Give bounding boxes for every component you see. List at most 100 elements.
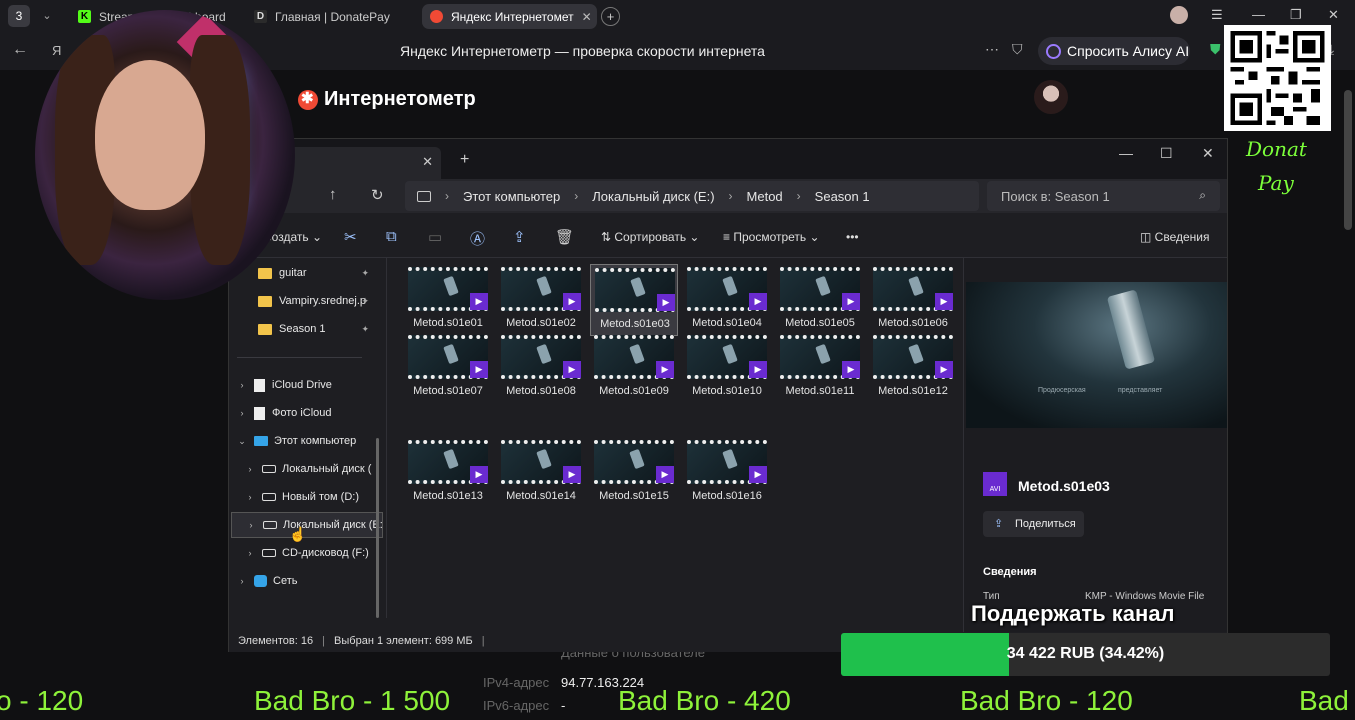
chevron-right-icon[interactable]: › bbox=[243, 548, 257, 558]
sidebar-item-label: Vampiry.srednej.p bbox=[279, 295, 367, 307]
file-name: Metod.s01e01 bbox=[413, 317, 483, 329]
sidebar-scrollbar[interactable] bbox=[376, 438, 379, 618]
quick-access-guitar[interactable]: guitar ✦ bbox=[229, 260, 387, 286]
breadcrumb-item[interactable]: Metod bbox=[747, 189, 783, 204]
breadcrumb-item[interactable]: Season 1 bbox=[815, 189, 870, 204]
tab-internetometer[interactable]: Яндекс Интернетомет ✕ bbox=[422, 4, 597, 29]
chevron-right-icon[interactable]: › bbox=[244, 520, 258, 530]
chevron-right-icon[interactable]: › bbox=[243, 492, 257, 502]
profile-avatar[interactable] bbox=[1170, 6, 1188, 24]
chevron-right-icon[interactable]: › bbox=[235, 380, 249, 390]
file-item[interactable]: ▶ Metod.s01e06 bbox=[869, 264, 957, 336]
tree-drive-e[interactable]: › Локальный диск (E:) bbox=[231, 512, 383, 538]
file-item[interactable]: ▶ Metod.s01e10 bbox=[683, 332, 771, 404]
more-options-button[interactable]: ••• bbox=[846, 230, 859, 244]
file-item[interactable]: ▶ Metod.s01e13 bbox=[404, 437, 492, 509]
tab-donatepay[interactable]: D Главная | DonatePay bbox=[246, 4, 416, 29]
tree-drive-d[interactable]: › Новый том (D:) bbox=[229, 484, 387, 510]
tree-drive-c[interactable]: › Локальный диск ( bbox=[229, 456, 387, 482]
chevron-right-icon[interactable]: › bbox=[243, 464, 257, 474]
page-scrollbar[interactable] bbox=[1344, 90, 1352, 230]
copy-icon[interactable]: ⧉ bbox=[386, 228, 397, 245]
rename-icon[interactable]: Ⓐ bbox=[470, 228, 485, 249]
breadcrumb-item[interactable]: Локальный диск (E:) bbox=[592, 189, 714, 204]
details-file-name: Metod.s01e03 bbox=[1018, 478, 1110, 494]
new-tab-button[interactable]: + bbox=[601, 7, 620, 26]
file-item[interactable]: ▶ Metod.s01e09 bbox=[590, 332, 678, 404]
details-pane-button[interactable]: ◫ Сведения bbox=[1140, 230, 1210, 244]
tree-this-pc[interactable]: ⌄ Этот компьютер bbox=[229, 428, 387, 454]
chevron-down-icon[interactable]: ⌄ bbox=[235, 436, 249, 447]
ask-alice-button[interactable]: Спросить Алису AI bbox=[1038, 37, 1190, 65]
file-item[interactable]: ▶ Metod.s01e03 bbox=[590, 264, 678, 336]
close-tab-icon[interactable]: ✕ bbox=[422, 154, 433, 170]
maximize-icon[interactable]: ☐ bbox=[1160, 145, 1173, 162]
breadcrumb-item[interactable]: Этот компьютер bbox=[463, 189, 560, 204]
file-item[interactable]: ▶ Metod.s01e14 bbox=[497, 437, 585, 509]
chevron-down-icon[interactable]: ⌄ bbox=[38, 7, 56, 25]
yandex-internetometer-icon bbox=[430, 10, 443, 23]
restore-icon[interactable]: ❐ bbox=[1290, 7, 1302, 23]
more-icon[interactable]: ⋯ bbox=[985, 41, 999, 58]
file-item[interactable]: ▶ Metod.s01e11 bbox=[776, 332, 864, 404]
close-icon[interactable]: ✕ bbox=[1202, 145, 1214, 162]
file-item[interactable]: ▶ Metod.s01e15 bbox=[590, 437, 678, 509]
internetometer-logo[interactable]: Интернетометр bbox=[298, 88, 476, 111]
minimize-icon[interactable]: — bbox=[1119, 145, 1133, 161]
tree-icloud-photos[interactable]: › Фото iCloud bbox=[229, 400, 387, 426]
file-item[interactable]: ▶ Metod.s01e05 bbox=[776, 264, 864, 336]
refresh-icon[interactable]: ↻ bbox=[371, 186, 384, 204]
close-icon[interactable]: ✕ bbox=[1328, 7, 1339, 23]
kick-icon: K bbox=[78, 10, 91, 23]
file-name: Metod.s01e03 bbox=[600, 318, 670, 330]
file-item[interactable]: ▶ Metod.s01e16 bbox=[683, 437, 771, 509]
file-name: Metod.s01e07 bbox=[413, 385, 483, 397]
yandex-icon[interactable]: Я bbox=[52, 43, 61, 58]
selection-info: Выбран 1 элемент: 699 МБ bbox=[334, 635, 473, 647]
quick-access-season-1[interactable]: Season 1 ✦ bbox=[229, 316, 387, 342]
file-item[interactable]: ▶ Metod.s01e08 bbox=[497, 332, 585, 404]
search-icon[interactable]: ⌕ bbox=[1199, 188, 1206, 203]
delete-icon[interactable]: 🗑 bbox=[555, 228, 574, 246]
shield-icon[interactable]: ⛊ bbox=[1210, 41, 1221, 58]
video-file-icon: ▶ bbox=[749, 293, 767, 310]
search-input[interactable]: Поиск в: Season 1 ⌕ bbox=[987, 181, 1220, 211]
view-button[interactable]: ≡ Просмотреть ⌄ bbox=[723, 230, 820, 244]
page-title[interactable]: Яндекс Интернетометр — проверка скорости… bbox=[400, 43, 765, 59]
breadcrumb[interactable]: › Этот компьютер › Локальный диск (E:) ›… bbox=[405, 181, 979, 211]
file-item[interactable]: ▶ Metod.s01e01 bbox=[404, 264, 492, 336]
new-tab-icon[interactable]: + bbox=[460, 151, 469, 169]
drive-icon bbox=[262, 493, 276, 501]
preview-caption: представляет bbox=[1118, 387, 1163, 394]
tab-label: Главная | DonatePay bbox=[275, 9, 390, 24]
quick-access-vampiry[interactable]: Vampiry.srednej.p ✦ bbox=[229, 288, 387, 314]
folder-icon bbox=[258, 295, 272, 307]
share-button[interactable]: ⇪ Поделиться bbox=[983, 511, 1084, 537]
sidebar-item-label: Этот компьютер bbox=[274, 435, 357, 447]
file-item[interactable]: ▶ Metod.s01e02 bbox=[497, 264, 585, 336]
chevron-right-icon[interactable]: › bbox=[235, 576, 249, 586]
file-item[interactable]: ▶ Metod.s01e12 bbox=[869, 332, 957, 404]
bookmark-icon[interactable]: ⛉ bbox=[1012, 41, 1023, 58]
explorer-navigation-bar: ↑ ↻ › Этот компьютер › Локальный диск (E… bbox=[229, 179, 1227, 213]
minimize-icon[interactable]: — bbox=[1252, 7, 1265, 22]
tree-icloud-drive[interactable]: › iCloud Drive bbox=[229, 372, 387, 398]
share-icon[interactable]: ⇪ bbox=[513, 228, 526, 246]
user-avatar[interactable] bbox=[1034, 80, 1068, 114]
chevron-right-icon[interactable]: › bbox=[235, 408, 249, 418]
menu-icon[interactable]: ☰ bbox=[1211, 7, 1223, 23]
file-name: Metod.s01e08 bbox=[506, 385, 576, 397]
paste-icon[interactable]: ▭ bbox=[428, 228, 442, 246]
tree-network[interactable]: › Сеть bbox=[229, 568, 387, 594]
status-separator: | bbox=[322, 635, 325, 647]
sort-button[interactable]: ⇅ Сортировать ⌄ bbox=[601, 230, 699, 244]
cut-icon[interactable]: ✂ bbox=[344, 228, 357, 246]
tree-drive-f[interactable]: › CD-дисковод (F:) bbox=[229, 540, 387, 566]
file-item[interactable]: ▶ Metod.s01e04 bbox=[683, 264, 771, 336]
close-tab-icon[interactable]: ✕ bbox=[582, 10, 592, 24]
file-item[interactable]: ▶ Metod.s01e07 bbox=[404, 332, 492, 404]
up-arrow-icon[interactable]: ↑ bbox=[329, 186, 337, 203]
avi-file-icon: AVI bbox=[983, 472, 1007, 496]
tab-count-badge[interactable]: 3 bbox=[8, 5, 30, 27]
back-icon[interactable]: ← bbox=[12, 41, 28, 59]
